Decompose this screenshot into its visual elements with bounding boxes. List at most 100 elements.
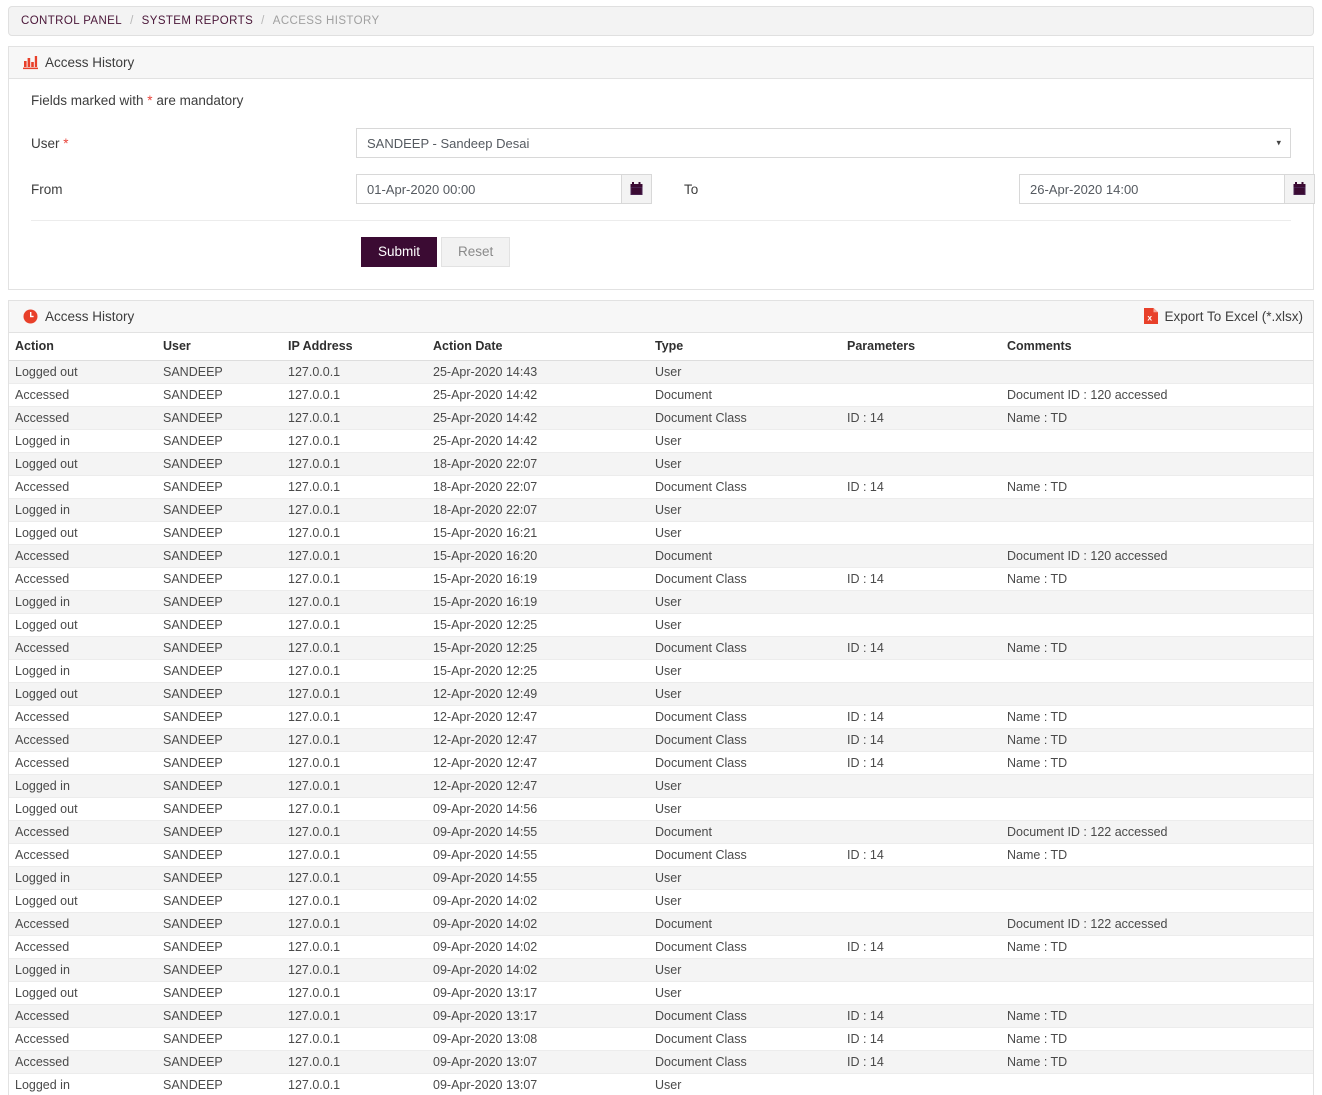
from-date-input[interactable]: 01-Apr-2020 00:00 [356, 174, 621, 204]
cell-ip-address: 127.0.0.1 [282, 567, 427, 590]
table-row: Logged outSANDEEP127.0.0.118-Apr-2020 22… [9, 452, 1313, 475]
cell-parameters: ID : 14 [841, 705, 1001, 728]
table-row: AccessedSANDEEP127.0.0.112-Apr-2020 12:4… [9, 751, 1313, 774]
table-row: Logged outSANDEEP127.0.0.109-Apr-2020 14… [9, 797, 1313, 820]
cell-action-date: 09-Apr-2020 14:55 [427, 843, 649, 866]
cell-ip-address: 127.0.0.1 [282, 544, 427, 567]
cell-action: Logged in [9, 590, 157, 613]
cell-ip-address: 127.0.0.1 [282, 383, 427, 406]
column-header-parameters[interactable]: Parameters [841, 333, 1001, 361]
filter-form: Fields marked with * are mandatory User … [9, 79, 1313, 289]
cell-action-date: 25-Apr-2020 14:43 [427, 360, 649, 383]
cell-action: Accessed [9, 567, 157, 590]
cell-type: User [649, 797, 841, 820]
cell-comments: Document ID : 120 accessed [1001, 383, 1313, 406]
cell-ip-address: 127.0.0.1 [282, 1073, 427, 1095]
form-actions: Submit Reset [9, 221, 1313, 289]
user-select-value: SANDEEP - Sandeep Desai [367, 136, 529, 151]
cell-ip-address: 127.0.0.1 [282, 843, 427, 866]
cell-ip-address: 127.0.0.1 [282, 866, 427, 889]
cell-ip-address: 127.0.0.1 [282, 682, 427, 705]
cell-type: User [649, 1073, 841, 1095]
cell-parameters [841, 820, 1001, 843]
cell-ip-address: 127.0.0.1 [282, 797, 427, 820]
cell-ip-address: 127.0.0.1 [282, 429, 427, 452]
cell-user: SANDEEP [157, 544, 282, 567]
cell-user: SANDEEP [157, 705, 282, 728]
cell-action-date: 15-Apr-2020 16:19 [427, 590, 649, 613]
cell-user: SANDEEP [157, 774, 282, 797]
cell-action: Logged in [9, 429, 157, 452]
cell-type: Document Class [649, 843, 841, 866]
table-row: AccessedSANDEEP127.0.0.109-Apr-2020 14:5… [9, 843, 1313, 866]
export-to-excel-button[interactable]: x Export To Excel (*.xlsx) [1144, 308, 1303, 324]
cell-type: Document Class [649, 705, 841, 728]
column-header-action[interactable]: Action [9, 333, 157, 361]
cell-action-date: 09-Apr-2020 14:02 [427, 912, 649, 935]
results-panel: Access History x Export To Excel (*.xlsx… [8, 300, 1314, 1095]
user-select[interactable]: SANDEEP - Sandeep Desai ▾ [356, 128, 1291, 158]
cell-user: SANDEEP [157, 360, 282, 383]
access-history-table-wrap: Action User IP Address Action Date Type … [9, 333, 1313, 1095]
cell-comments: Name : TD [1001, 406, 1313, 429]
submit-button[interactable]: Submit [361, 237, 437, 267]
cell-user: SANDEEP [157, 728, 282, 751]
cell-action: Logged out [9, 360, 157, 383]
table-row: Logged inSANDEEP127.0.0.115-Apr-2020 16:… [9, 590, 1313, 613]
cell-parameters: ID : 14 [841, 1027, 1001, 1050]
breadcrumb-item-system-reports[interactable]: SYSTEM REPORTS [142, 15, 253, 27]
cell-action-date: 09-Apr-2020 14:02 [427, 935, 649, 958]
reset-button[interactable]: Reset [441, 237, 510, 267]
cell-action-date: 18-Apr-2020 22:07 [427, 498, 649, 521]
from-calendar-button[interactable] [621, 174, 652, 204]
to-calendar-button[interactable] [1284, 174, 1315, 204]
cell-action: Accessed [9, 475, 157, 498]
cell-parameters [841, 1073, 1001, 1095]
table-row: AccessedSANDEEP127.0.0.109-Apr-2020 13:1… [9, 1004, 1313, 1027]
cell-action-date: 09-Apr-2020 13:07 [427, 1073, 649, 1095]
cell-parameters: ID : 14 [841, 636, 1001, 659]
column-header-action-date[interactable]: Action Date [427, 333, 649, 361]
column-header-comments[interactable]: Comments [1001, 333, 1313, 361]
results-panel-header: Access History x Export To Excel (*.xlsx… [9, 301, 1313, 333]
filter-panel-title: Access History [45, 55, 134, 70]
column-header-user[interactable]: User [157, 333, 282, 361]
to-date-group: 26-Apr-2020 14:00 [1019, 174, 1315, 204]
access-history-table: Action User IP Address Action Date Type … [9, 333, 1313, 1095]
cell-action-date: 15-Apr-2020 12:25 [427, 659, 649, 682]
column-header-type[interactable]: Type [649, 333, 841, 361]
clock-icon [23, 309, 38, 324]
cell-user: SANDEEP [157, 1050, 282, 1073]
cell-action: Accessed [9, 1004, 157, 1027]
breadcrumb-item-control-panel[interactable]: CONTROL PANEL [21, 15, 122, 27]
table-row: AccessedSANDEEP127.0.0.115-Apr-2020 16:1… [9, 567, 1313, 590]
cell-parameters [841, 659, 1001, 682]
cell-user: SANDEEP [157, 406, 282, 429]
breadcrumb-separator: / [130, 15, 134, 27]
cell-action: Accessed [9, 705, 157, 728]
table-row: AccessedSANDEEP127.0.0.109-Apr-2020 13:0… [9, 1050, 1313, 1073]
mandatory-note-suffix: are mandatory [153, 93, 244, 108]
cell-action: Accessed [9, 820, 157, 843]
cell-parameters: ID : 14 [841, 728, 1001, 751]
cell-comments [1001, 659, 1313, 682]
to-date-input[interactable]: 26-Apr-2020 14:00 [1019, 174, 1284, 204]
cell-comments [1001, 866, 1313, 889]
cell-type: Document Class [649, 567, 841, 590]
cell-action: Logged in [9, 659, 157, 682]
cell-comments: Name : TD [1001, 475, 1313, 498]
cell-ip-address: 127.0.0.1 [282, 935, 427, 958]
cell-action-date: 15-Apr-2020 12:25 [427, 613, 649, 636]
mandatory-note-prefix: Fields marked with [31, 93, 147, 108]
cell-parameters [841, 866, 1001, 889]
cell-action-date: 12-Apr-2020 12:47 [427, 774, 649, 797]
cell-action-date: 09-Apr-2020 14:55 [427, 866, 649, 889]
table-row: AccessedSANDEEP127.0.0.109-Apr-2020 14:0… [9, 935, 1313, 958]
cell-user: SANDEEP [157, 843, 282, 866]
cell-action-date: 12-Apr-2020 12:49 [427, 682, 649, 705]
cell-user: SANDEEP [157, 1004, 282, 1027]
column-header-ip-address[interactable]: IP Address [282, 333, 427, 361]
to-label: To [684, 182, 1019, 197]
cell-comments: Name : TD [1001, 1050, 1313, 1073]
cell-ip-address: 127.0.0.1 [282, 774, 427, 797]
